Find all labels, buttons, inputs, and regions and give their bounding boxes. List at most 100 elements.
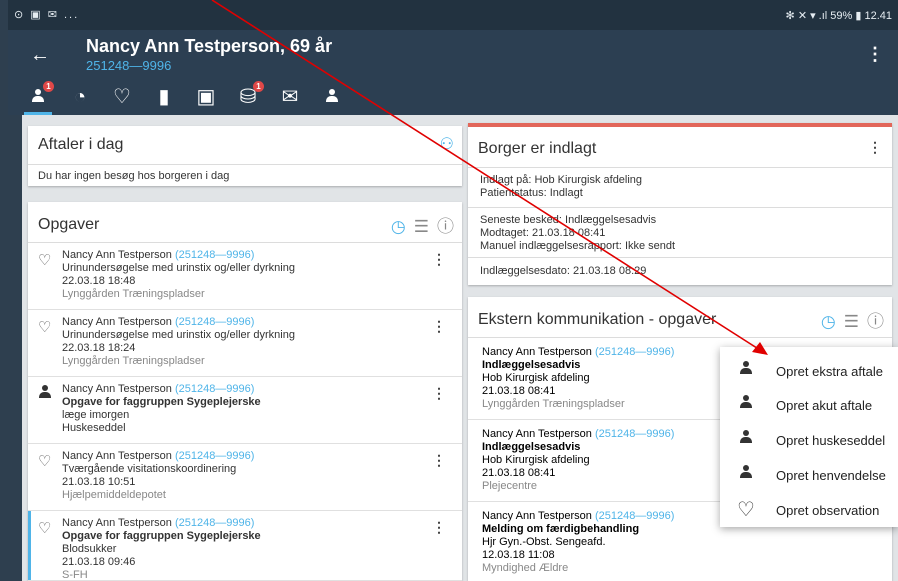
clock-icon[interactable]: ◷ — [821, 312, 836, 331]
calendar-icon[interactable]: ▣ — [194, 85, 218, 109]
external-title: Ekstern kommunikation - opgaver — [478, 311, 717, 328]
task-menu-icon[interactable]: ⋮ — [432, 385, 446, 402]
task-item[interactable]: ♡ Nancy Ann Testperson (251248—9996) Uri… — [28, 243, 462, 310]
menu-item-extra-appointment[interactable]: Opret ekstra aftale — [720, 353, 898, 389]
status-left: ⊙ ▣ ✉ ... — [14, 9, 80, 21]
task-item[interactable]: Nancy Ann Testperson (251248—9996) Opgav… — [28, 377, 462, 444]
task-location: Lynggården Træningspladser — [62, 355, 205, 367]
task-location: Huskeseddel — [62, 422, 126, 434]
person-lock-icon[interactable] — [320, 85, 344, 109]
menu-item-acute-appointment[interactable]: Opret akut aftale — [720, 387, 898, 423]
appointments-card: Aftaler i dag ⚇ Du har ingen besøg hos b… — [28, 126, 462, 186]
appointments-title: Aftaler i dag — [38, 136, 124, 153]
value: Hob Kirurgisk afdeling — [534, 174, 643, 186]
heart-icon: ♡ — [38, 453, 52, 470]
back-arrow-icon[interactable]: ← — [30, 44, 50, 67]
task-description: Urinundersøgelse med urinstix og/eller d… — [62, 262, 295, 274]
admission-card: Borger er indlagt ⋮ Indlagt på: Hob Kiru… — [468, 123, 892, 285]
heart-icon: ♡ — [38, 520, 52, 537]
admission-date: Indlæggelsesdato: 21.03.18 08:29 — [480, 264, 646, 278]
label: Seneste besked: — [480, 214, 562, 226]
menu-item-inquiry[interactable]: Opret henvendelse — [720, 457, 898, 493]
divider — [468, 167, 892, 168]
task-person: Nancy Ann Testperson — [62, 517, 172, 529]
list-icon[interactable]: ☰ — [844, 312, 859, 331]
ext-date: 21.03.18 08:41 — [482, 467, 556, 479]
menu-item-label: Opret ekstra aftale — [776, 364, 883, 379]
menu-item-observation[interactable]: ♡ Opret observation — [720, 492, 898, 528]
menu-item-reminder[interactable]: Opret huskeseddel — [720, 422, 898, 458]
task-item[interactable]: ♡ Nancy Ann Testperson (251248—9996) Opg… — [28, 511, 462, 581]
more-menu-icon[interactable]: ⋮ — [866, 44, 884, 65]
ext-person: Nancy Ann Testperson — [482, 510, 592, 522]
status-right: ✻ ✕ ▾ .ıl 59% ▮ 12.41 — [785, 10, 892, 22]
person-icon — [736, 430, 756, 450]
person-icon — [736, 395, 756, 415]
task-date: 22.03.18 18:48 — [62, 275, 136, 287]
ext-cpr: (251248—9996) — [594, 346, 675, 358]
task-menu-icon[interactable]: ⋮ — [432, 452, 446, 469]
label: Indlæggelsesdato: — [480, 265, 570, 277]
task-date: 22.03.18 18:24 — [62, 342, 136, 354]
task-date: 21.03.18 09:46 — [62, 556, 136, 568]
task-person: Nancy Ann Testperson — [62, 249, 172, 261]
value: 21.03.18 08:29 — [572, 265, 647, 277]
menu-item-label: Opret akut aftale — [776, 398, 873, 413]
heart-icon[interactable]: ♡ — [110, 85, 134, 109]
person-icon[interactable]: 1 — [26, 81, 54, 109]
patient-name: Nancy Ann Testperson, 69 år — [86, 36, 333, 56]
task-description: Opgave for faggruppen Sygeplejerske — [62, 530, 261, 542]
task-menu-icon[interactable]: ⋮ — [432, 519, 446, 536]
tasks-title: Opgaver — [38, 216, 100, 233]
heart-icon: ♡ — [737, 499, 755, 521]
task-menu-icon[interactable]: ⋮ — [432, 251, 446, 268]
menu-item-label: Opret henvendelse — [776, 468, 886, 483]
status-bar: ⊙ ▣ ✉ ... ✻ ✕ ▾ .ıl 59% ▮ 12.41 — [8, 0, 898, 30]
task-item[interactable]: ♡ Nancy Ann Testperson (251248—9996) Tvæ… — [28, 444, 462, 511]
task-menu-icon[interactable]: ⋮ — [432, 318, 446, 335]
task-person: Nancy Ann Testperson — [62, 316, 172, 328]
tasks-card: Opgaver ◷ ☰ ⓘ ♡ Nancy Ann Testperson (2512… — [28, 202, 462, 581]
ext-date: 21.03.18 08:41 — [482, 385, 556, 397]
people-icon[interactable]: ⚇ — [440, 134, 454, 154]
ext-person: Nancy Ann Testperson — [482, 346, 592, 358]
label: Manuel indlæggelsesrapport: — [480, 240, 622, 252]
external-toolbar: ◷ ☰ ⓘ — [813, 307, 884, 332]
alert-icon[interactable]: ⓘ — [437, 217, 454, 236]
person-icon — [736, 361, 756, 381]
cycle-icon[interactable]: ◔ — [68, 85, 92, 109]
menu-item-label: Opret observation — [776, 503, 880, 518]
divider — [468, 257, 892, 258]
create-context-menu: Opret ekstra aftale Opret akut aftale Op… — [720, 347, 898, 527]
menu-item-label: Opret huskeseddel — [776, 433, 886, 448]
alert-icon[interactable]: ⓘ — [867, 312, 884, 331]
task-location: Hjælpemiddeldepotet — [62, 489, 166, 501]
ext-cpr: (251248—9996) — [594, 510, 675, 522]
task-location: S-FH — [62, 569, 88, 581]
value: 21.03.18 08:41 — [531, 227, 606, 239]
divider — [28, 164, 462, 165]
manual-report: Manuel indlæggelsesrapport: Ikke sendt — [480, 239, 675, 253]
medicine-icon[interactable]: ⛁ 1 — [236, 81, 264, 109]
ext-type: Indlæggelsesadvis — [482, 359, 581, 371]
task-item[interactable]: ♡ Nancy Ann Testperson (251248—9996) Uri… — [28, 310, 462, 377]
ext-person: Nancy Ann Testperson — [482, 428, 592, 440]
patient-header: ← Nancy Ann Testperson, 69 år 251248—999… — [8, 30, 898, 79]
admission-menu-icon[interactable]: ⋮ — [868, 139, 882, 156]
ext-date: 12.03.18 11:08 — [482, 549, 555, 561]
bookmark-icon[interactable]: ▮ — [152, 85, 176, 109]
clock-icon[interactable]: ◷ — [391, 217, 406, 236]
ext-type: Melding om færdigbehandling — [482, 523, 640, 535]
task-description: Urinundersøgelse med urinstix og/eller d… — [62, 329, 295, 341]
list-icon[interactable]: ☰ — [414, 217, 429, 236]
notification-badge: 1 — [253, 81, 264, 92]
task-date: 21.03.18 10:51 — [62, 476, 136, 488]
task-cpr: (251248—9996) — [174, 517, 255, 529]
mail-icon[interactable]: ✉ — [278, 85, 302, 109]
tasks-toolbar: ◷ ☰ ⓘ — [383, 212, 454, 237]
task-cpr: (251248—9996) — [174, 249, 255, 261]
value: Indlagt — [549, 187, 583, 199]
notification-badge: 1 — [43, 81, 54, 92]
patient-status: Patientstatus: Indlagt — [480, 186, 583, 200]
patient-cpr: 251248—9996 — [86, 58, 172, 73]
